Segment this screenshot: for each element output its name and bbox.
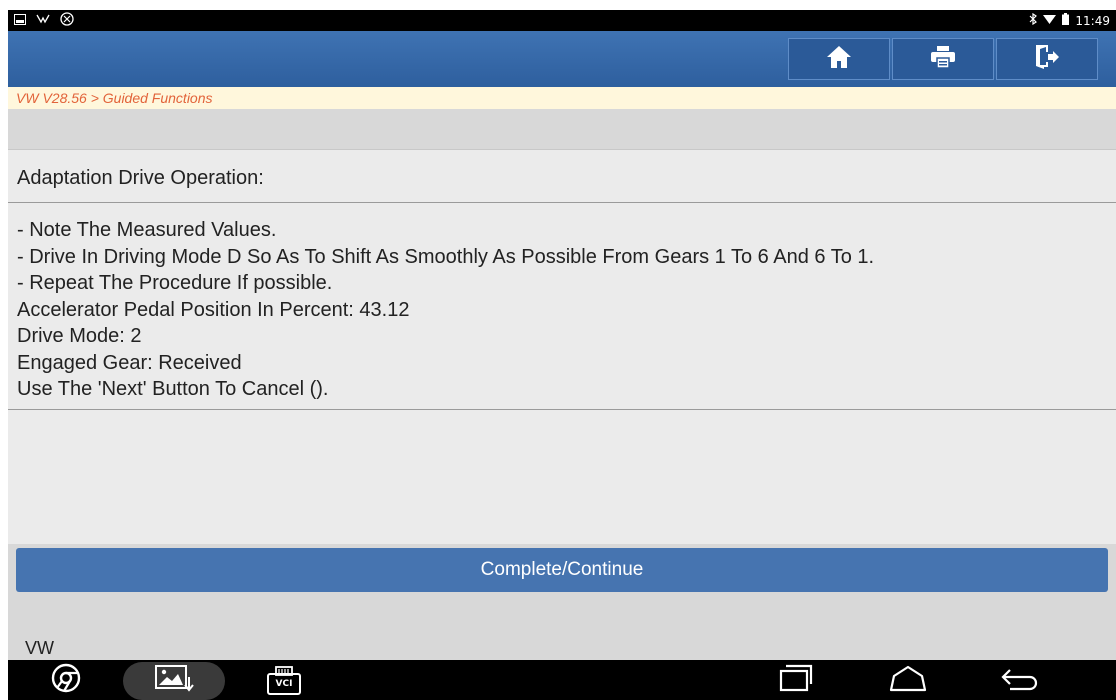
drive-mode-readout: Drive Mode: 2: [17, 325, 142, 347]
screenshot-icon: [154, 663, 194, 698]
vci-button[interactable]: VCI: [264, 660, 304, 700]
instruction-line: - Note The Measured Values.: [17, 219, 277, 241]
complete-continue-button[interactable]: Complete/Continue: [16, 548, 1108, 592]
pedal-position-readout: Accelerator Pedal Position In Percent: 4…: [17, 298, 410, 321]
settings-alt-icon: [60, 12, 74, 30]
content-panel: Adaptation Drive Operation: - Note The M…: [8, 149, 1116, 544]
usb-debug-icon: [36, 13, 50, 29]
app-screen: 11:49 VW V28.56 > Guided Functions Adapt…: [8, 10, 1116, 700]
engaged-gear-readout: Engaged Gear: Received: [17, 351, 242, 374]
chrome-button[interactable]: [46, 660, 86, 700]
screenshot-button[interactable]: [153, 660, 195, 700]
battery-icon: [1062, 13, 1070, 29]
page-title: Adaptation Drive Operation:: [8, 150, 1116, 203]
back-icon: [1000, 664, 1040, 697]
chrome-icon: [51, 663, 81, 698]
status-bar: 11:49: [8, 10, 1116, 31]
spacer-strip: [8, 109, 1116, 149]
instruction-line: Use The 'Next' Button To Cancel ().: [17, 378, 329, 400]
top-toolbar: [8, 31, 1116, 87]
breadcrumb: VW V28.56 > Guided Functions: [8, 87, 1116, 109]
recent-apps-icon: [778, 664, 814, 697]
gallery-icon: [14, 13, 26, 29]
exit-button[interactable]: [996, 38, 1098, 80]
clock: 11:49: [1075, 14, 1110, 28]
home-button[interactable]: [788, 38, 890, 80]
bluetooth-icon: [1029, 12, 1038, 29]
recent-apps-button[interactable]: [776, 660, 816, 700]
vci-icon: VCI: [266, 664, 302, 696]
home-icon: [826, 45, 852, 74]
back-button[interactable]: [998, 660, 1042, 700]
instruction-line: - Repeat The Procedure If possible.: [17, 272, 333, 294]
system-nav-bar: VCI: [8, 660, 1116, 700]
vci-label: VCI: [275, 679, 293, 689]
wifi-icon: [1043, 13, 1057, 29]
instruction-line: - Drive In Driving Mode D So As To Shift…: [17, 245, 875, 268]
instruction-text: - Note The Measured Values. - Drive In D…: [8, 203, 1116, 410]
exit-icon: [1034, 44, 1060, 75]
home-nav-button[interactable]: [886, 660, 930, 700]
home-nav-icon: [888, 664, 928, 697]
print-button[interactable]: [892, 38, 994, 80]
print-icon: [930, 45, 956, 74]
vehicle-label: VW: [25, 638, 54, 658]
